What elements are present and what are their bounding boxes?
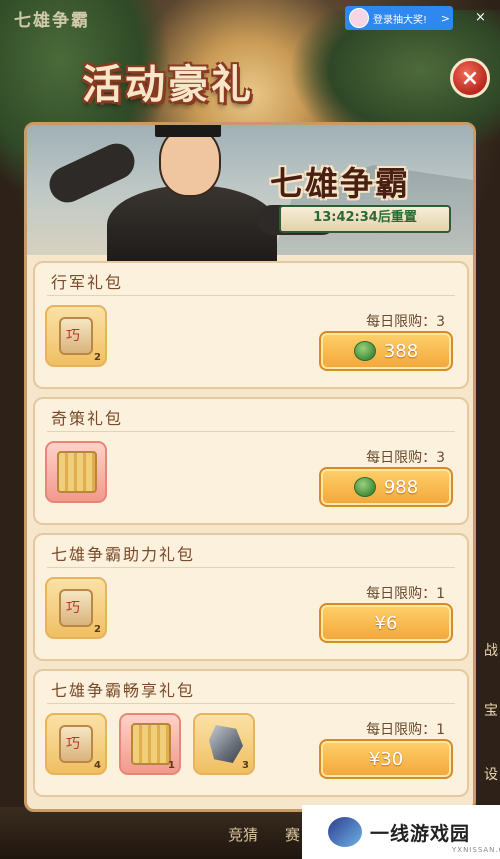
- jade-icon: [353, 341, 376, 361]
- buy-button[interactable]: 988: [319, 467, 453, 507]
- watermark: 一线游戏园 YXNISSAN.COM: [302, 805, 500, 859]
- nav-jingcai[interactable]: 竞猜: [228, 824, 258, 845]
- price: 388: [383, 340, 419, 362]
- daily-limit: 每日限购：1: [366, 722, 445, 738]
- reset-timer: 13:42:34后重置: [279, 205, 451, 233]
- avatar: [349, 8, 369, 28]
- brand-logo-icon: [328, 817, 362, 847]
- gold-scroll-icon: [57, 451, 97, 493]
- ore-icon: [209, 725, 243, 763]
- pack-name: 七雄争霸畅享礼包: [51, 681, 196, 700]
- ad-close-icon[interactable]: ×: [475, 10, 491, 26]
- reward-item[interactable]: [45, 441, 107, 503]
- daily-limit: 每日限购：1: [366, 586, 445, 602]
- item-count: 3: [242, 760, 249, 771]
- qiao-scroll-icon: [59, 589, 93, 627]
- item-count: 2: [94, 624, 101, 635]
- buy-button[interactable]: ¥30: [319, 739, 453, 779]
- reward-item[interactable]: 3: [193, 713, 255, 775]
- event-banner: 七雄争霸 13:42:34后重置: [27, 125, 473, 265]
- pack-name: 七雄争霸助力礼包: [51, 545, 196, 564]
- reward-item[interactable]: 4: [45, 713, 107, 775]
- qiao-scroll-icon: [59, 317, 93, 355]
- jade-icon: [353, 477, 376, 497]
- brand-url: YXNISSAN.COM: [452, 846, 500, 854]
- reward-item[interactable]: 2: [45, 305, 107, 367]
- chevron-right-icon: >: [440, 11, 450, 25]
- side-menu-zhan[interactable]: 战: [484, 640, 498, 660]
- reward-item[interactable]: 2: [45, 577, 107, 639]
- price: ¥30: [368, 748, 404, 770]
- qiao-scroll-icon: [59, 725, 93, 763]
- gift-panel: 七雄争霸 13:42:34后重置 行军礼包 2 每日限购：3 388 奇策礼包 …: [24, 122, 476, 812]
- side-menu-she[interactable]: 设: [484, 764, 498, 784]
- item-count: 2: [94, 352, 101, 363]
- event-name: 七雄争霸: [270, 164, 410, 203]
- pack-name: 奇策礼包: [51, 409, 124, 428]
- pack-card: 七雄争霸畅享礼包 4 1 3 每日限购：1 ¥30: [33, 669, 469, 797]
- popup-title: 活动豪礼: [82, 61, 254, 108]
- price: ¥6: [374, 612, 398, 634]
- gold-scroll-icon: [131, 723, 171, 765]
- side-menu-bao[interactable]: 宝: [484, 700, 498, 720]
- item-count: 1: [168, 760, 175, 771]
- nav-sai[interactable]: 赛: [285, 824, 300, 845]
- daily-limit: 每日限购：3: [366, 450, 445, 466]
- buy-button[interactable]: ¥6: [319, 603, 453, 643]
- daily-limit: 每日限购：3: [366, 314, 445, 330]
- ad-banner[interactable]: 登录抽大奖! > ×: [345, 6, 486, 30]
- reward-item[interactable]: 1: [119, 713, 181, 775]
- price: 988: [383, 476, 419, 498]
- ad-label: 登录抽大奖!: [373, 14, 428, 26]
- pack-name: 行军礼包: [51, 273, 124, 292]
- background-title: 七雄争霸: [14, 11, 90, 31]
- close-button[interactable]: ×: [450, 58, 490, 98]
- pack-card: 七雄争霸助力礼包 2 每日限购：1 ¥6: [33, 533, 469, 661]
- buy-button[interactable]: 388: [319, 331, 453, 371]
- pack-card: 行军礼包 2 每日限购：3 388: [33, 261, 469, 389]
- brand-name: 一线游戏园: [370, 822, 471, 845]
- pack-card: 奇策礼包 每日限购：3 988: [33, 397, 469, 525]
- item-count: 4: [94, 760, 101, 771]
